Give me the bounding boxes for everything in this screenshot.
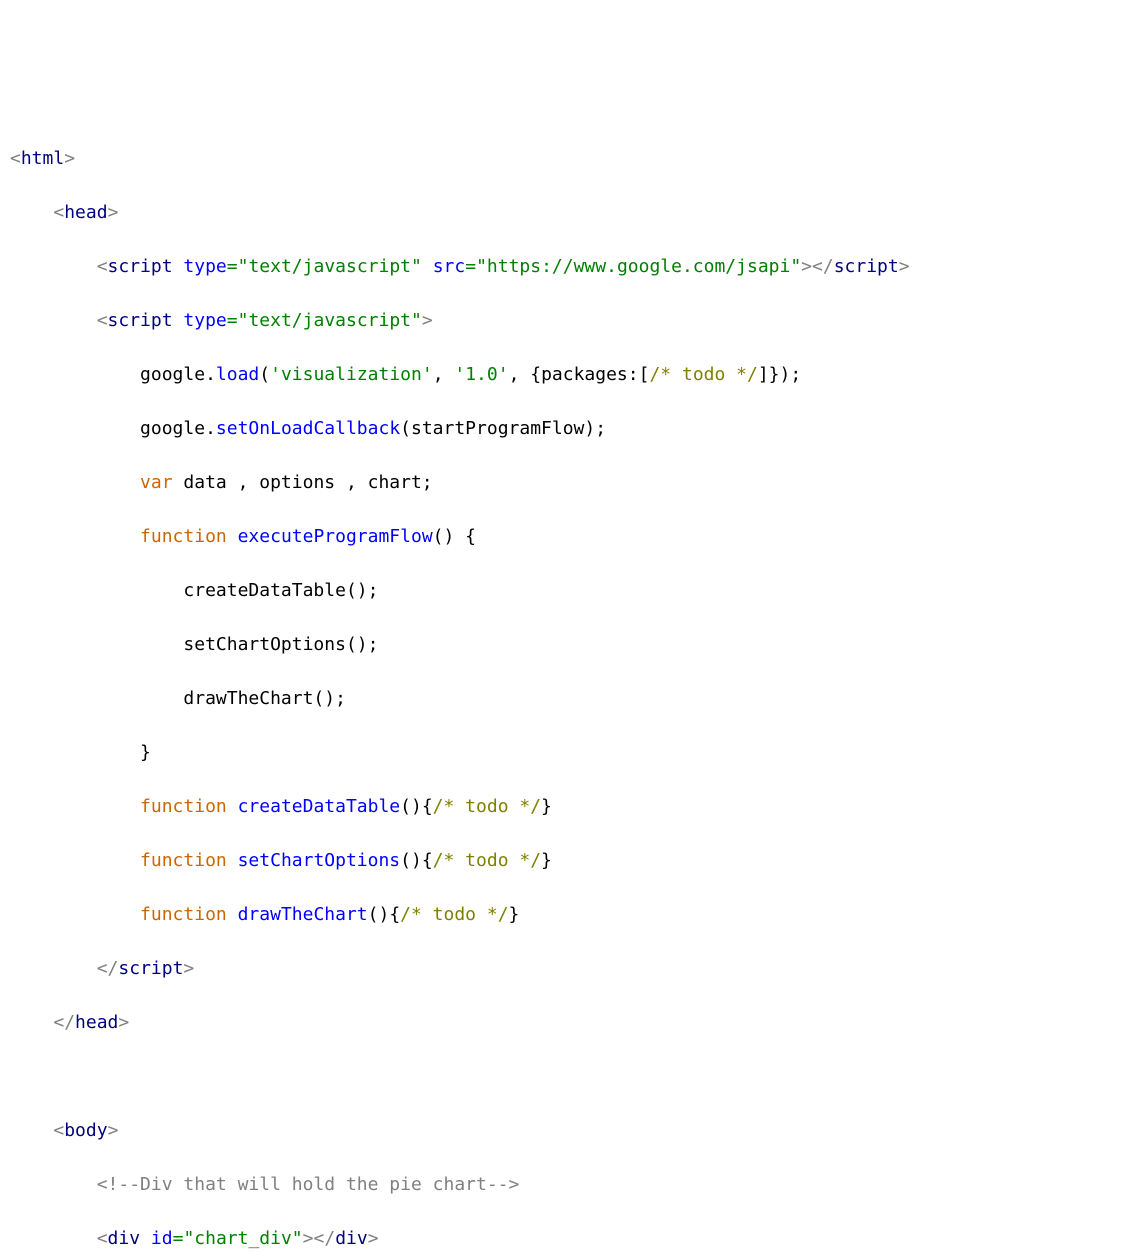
bracket: </ [97, 958, 119, 979]
todo-comment: /* todo */ [400, 904, 508, 925]
tag-head: head [64, 202, 107, 223]
bracket: > [899, 256, 910, 277]
bracket: < [53, 1120, 64, 1141]
keyword-function: function [140, 904, 227, 925]
bracket: > [303, 1228, 314, 1249]
bracket: > [108, 1120, 119, 1141]
code-line: google.setOnLoadCallback(startProgramFlo… [10, 415, 1119, 442]
keyword-function: function [140, 796, 227, 817]
fn-executeprogramflow: executeProgramFlow [238, 526, 433, 547]
code-line: function executeProgramFlow() { [10, 523, 1119, 550]
keyword-function: function [140, 850, 227, 871]
attr-type: type [183, 310, 226, 331]
attr-id: id [151, 1228, 173, 1249]
code-line: function setChartOptions(){/* todo */} [10, 847, 1119, 874]
code-line: var data , options , chart; [10, 469, 1119, 496]
code-line: <!--Div that will hold the pie chart--> [10, 1171, 1119, 1198]
attr-src: src [433, 256, 466, 277]
bracket: < [97, 1228, 108, 1249]
keyword-function: function [140, 526, 227, 547]
code-line: function createDataTable(){/* todo */} [10, 793, 1119, 820]
code-line: drawTheChart(); [10, 685, 1119, 712]
code-line: <body> [10, 1117, 1119, 1144]
code-line: </head> [10, 1009, 1119, 1036]
fn-drawthechart: drawTheChart [238, 904, 368, 925]
fn-setchartoptions: setChartOptions [238, 850, 401, 871]
bracket: > [183, 958, 194, 979]
bracket: < [97, 256, 108, 277]
bracket: > [422, 310, 433, 331]
tag-script: script [108, 256, 173, 277]
bracket: > [368, 1228, 379, 1249]
highlight-todo: /* todo */ [400, 904, 508, 925]
string-version: '1.0' [454, 364, 508, 385]
code-line: <script type="text/javascript" src="http… [10, 253, 1119, 280]
attr-value: "text/javascript" [238, 256, 422, 277]
string-visualization: 'visualization' [270, 364, 433, 385]
ident-google: google [140, 418, 205, 439]
tag-script: script [118, 958, 183, 979]
tag-div: div [108, 1228, 141, 1249]
tag-script: script [834, 256, 899, 277]
blank-line [10, 1063, 1119, 1090]
code-line: </script> [10, 955, 1119, 982]
bracket: </ [53, 1012, 75, 1033]
tag-html: html [21, 148, 64, 169]
highlight-chart-div-id: "chart_div" [183, 1228, 302, 1249]
close-brace: } [140, 742, 151, 763]
attr-value: "text/javascript" [238, 310, 422, 331]
method-load: load [216, 364, 259, 385]
code-block: <html> <head> <script type="text/javascr… [10, 118, 1119, 1252]
highlight-var-decl: var data , options , chart; [140, 472, 433, 493]
code-line: <html> [10, 145, 1119, 172]
tag-div: div [335, 1228, 368, 1249]
call-createdatatable: createDataTable(); [183, 580, 378, 601]
bracket: > [108, 202, 119, 223]
code-line: setChartOptions(); [10, 631, 1119, 658]
fn-createdatatable: createDataTable [238, 796, 401, 817]
code-line: google.load('visualization', '1.0', {pac… [10, 361, 1119, 388]
call-drawthechart: drawTheChart(); [183, 688, 346, 709]
bracket: < [10, 148, 21, 169]
code-line: <script type="text/javascript"> [10, 307, 1119, 334]
bracket: > [64, 148, 75, 169]
method-setonload: setOnLoadCallback [216, 418, 400, 439]
bracket: </ [314, 1228, 336, 1249]
bracket: < [97, 310, 108, 331]
ident-google: google [140, 364, 205, 385]
tag-script: script [108, 310, 173, 331]
tag-body: body [64, 1120, 107, 1141]
todo-comment: /* todo */ [433, 796, 541, 817]
call-setchartoptions: setChartOptions(); [183, 634, 378, 655]
todo-comment: /* todo */ [433, 850, 541, 871]
tag-head: head [75, 1012, 118, 1033]
highlight-todo: /* todo */ [433, 796, 541, 817]
src-url: "https://www.google.com/jsapi" [476, 256, 801, 277]
code-line: <div id="chart_div"></div> [10, 1225, 1119, 1252]
ident-startprogramflow: startProgramFlow [411, 418, 584, 439]
bracket: > [801, 256, 812, 277]
attr-type: type [183, 256, 226, 277]
html-comment: <!--Div that will hold the pie chart--> [97, 1174, 520, 1195]
bracket: > [118, 1012, 129, 1033]
code-line: } [10, 739, 1119, 766]
var-declaration: data , options , chart; [173, 472, 433, 493]
highlight-todo: /* todo */ [433, 850, 541, 871]
highlight-todo: /* todo */ [649, 364, 757, 385]
bracket: < [53, 202, 64, 223]
code-line: createDataTable(); [10, 577, 1119, 604]
code-line: function drawTheChart(){/* todo */} [10, 901, 1119, 928]
id-value: "chart_div" [183, 1228, 302, 1249]
keyword-var: var [140, 472, 173, 493]
key-packages: packages [541, 364, 628, 385]
todo-comment: /* todo */ [649, 364, 757, 385]
code-line: <head> [10, 199, 1119, 226]
highlight-src-url: "https://www.google.com/jsapi" [476, 256, 801, 277]
bracket: </ [812, 256, 834, 277]
